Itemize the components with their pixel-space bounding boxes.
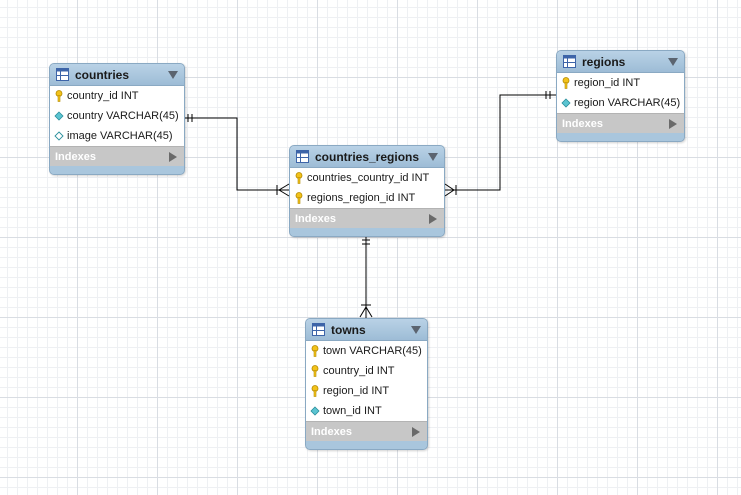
relationship-regions-countries-regions[interactable]: [444, 91, 557, 197]
column-label: countries_country_id INT: [307, 172, 430, 184]
column-row[interactable]: town VARCHAR(45): [306, 341, 427, 361]
expand-triangle-icon[interactable]: [412, 426, 420, 437]
key-icon: [294, 192, 304, 204]
diamond-filled-icon: [310, 405, 320, 417]
column-row[interactable]: regions_region_id INT: [290, 188, 444, 208]
relationship-countries-countries-regions[interactable]: [184, 114, 290, 197]
column-row[interactable]: region_id INT: [557, 73, 684, 93]
entity-header[interactable]: regions: [557, 51, 684, 73]
column-row[interactable]: countries_country_id INT: [290, 168, 444, 188]
entity-countries[interactable]: countries country_id INT country VARCHAR…: [49, 63, 185, 175]
column-row[interactable]: region_id INT: [306, 381, 427, 401]
key-icon: [561, 77, 571, 89]
column-label: region_id INT: [323, 385, 390, 397]
entity-title: regions: [582, 54, 626, 69]
entity-header[interactable]: towns: [306, 319, 427, 341]
indexes-label: Indexes: [55, 150, 96, 163]
expand-triangle-icon[interactable]: [669, 118, 677, 129]
column-label: country_id INT: [323, 365, 395, 377]
entity-footer: [50, 166, 184, 174]
diagram-canvas: countries country_id INT country VARCHAR…: [0, 0, 741, 495]
entity-title: towns: [331, 322, 366, 337]
column-row[interactable]: town_id INT: [306, 401, 427, 421]
key-icon: [54, 90, 64, 102]
key-icon: [310, 345, 320, 357]
entity-title: countries_regions: [315, 149, 420, 164]
indexes-bar[interactable]: Indexes: [557, 113, 684, 133]
key-icon: [294, 172, 304, 184]
collapse-triangle-icon[interactable]: [668, 57, 678, 66]
column-row[interactable]: image VARCHAR(45): [50, 126, 184, 146]
entity-footer: [557, 133, 684, 141]
key-icon: [310, 385, 320, 397]
column-list: region_id INT region VARCHAR(45): [557, 73, 684, 113]
entity-countries-regions[interactable]: countries_regions countries_country_id I…: [289, 145, 445, 237]
column-label: town_id INT: [323, 405, 382, 417]
entity-footer: [290, 228, 444, 236]
collapse-triangle-icon[interactable]: [428, 152, 438, 161]
column-label: country_id INT: [67, 90, 139, 102]
key-icon: [310, 365, 320, 377]
collapse-triangle-icon[interactable]: [411, 325, 421, 334]
entity-regions[interactable]: regions region_id INT region VARCHAR(45)…: [556, 50, 685, 142]
column-list: countries_country_id INT regions_region_…: [290, 168, 444, 208]
diamond-empty-icon: [54, 130, 64, 142]
column-label: image VARCHAR(45): [67, 130, 173, 142]
entity-title: countries: [75, 67, 130, 82]
indexes-label: Indexes: [311, 425, 352, 438]
column-label: country VARCHAR(45): [67, 110, 179, 122]
diamond-filled-icon: [561, 97, 571, 109]
column-label: town VARCHAR(45): [323, 345, 422, 357]
column-row[interactable]: country_id INT: [50, 86, 184, 106]
table-icon: [296, 150, 309, 163]
column-row[interactable]: country VARCHAR(45): [50, 106, 184, 126]
indexes-bar[interactable]: Indexes: [290, 208, 444, 228]
column-label: regions_region_id INT: [307, 192, 416, 204]
table-icon: [56, 68, 69, 81]
indexes-bar[interactable]: Indexes: [50, 146, 184, 166]
entity-towns[interactable]: towns town VARCHAR(45) country_id INT re…: [305, 318, 428, 450]
indexes-label: Indexes: [295, 212, 336, 225]
indexes-bar[interactable]: Indexes: [306, 421, 427, 441]
expand-triangle-icon[interactable]: [169, 151, 177, 162]
entity-header[interactable]: countries: [50, 64, 184, 86]
diamond-filled-icon: [54, 110, 64, 122]
table-icon: [563, 55, 576, 68]
entity-header[interactable]: countries_regions: [290, 146, 444, 168]
column-label: region VARCHAR(45): [574, 97, 681, 109]
column-row[interactable]: region VARCHAR(45): [557, 93, 684, 113]
column-row[interactable]: country_id INT: [306, 361, 427, 381]
column-list: country_id INT country VARCHAR(45) image…: [50, 86, 184, 146]
table-icon: [312, 323, 325, 336]
collapse-triangle-icon[interactable]: [168, 70, 178, 79]
expand-triangle-icon[interactable]: [429, 213, 437, 224]
column-label: region_id INT: [574, 77, 641, 89]
relationship-countries-regions-towns[interactable]: [359, 236, 373, 318]
indexes-label: Indexes: [562, 117, 603, 130]
column-list: town VARCHAR(45) country_id INT region_i…: [306, 341, 427, 421]
entity-footer: [306, 441, 427, 449]
